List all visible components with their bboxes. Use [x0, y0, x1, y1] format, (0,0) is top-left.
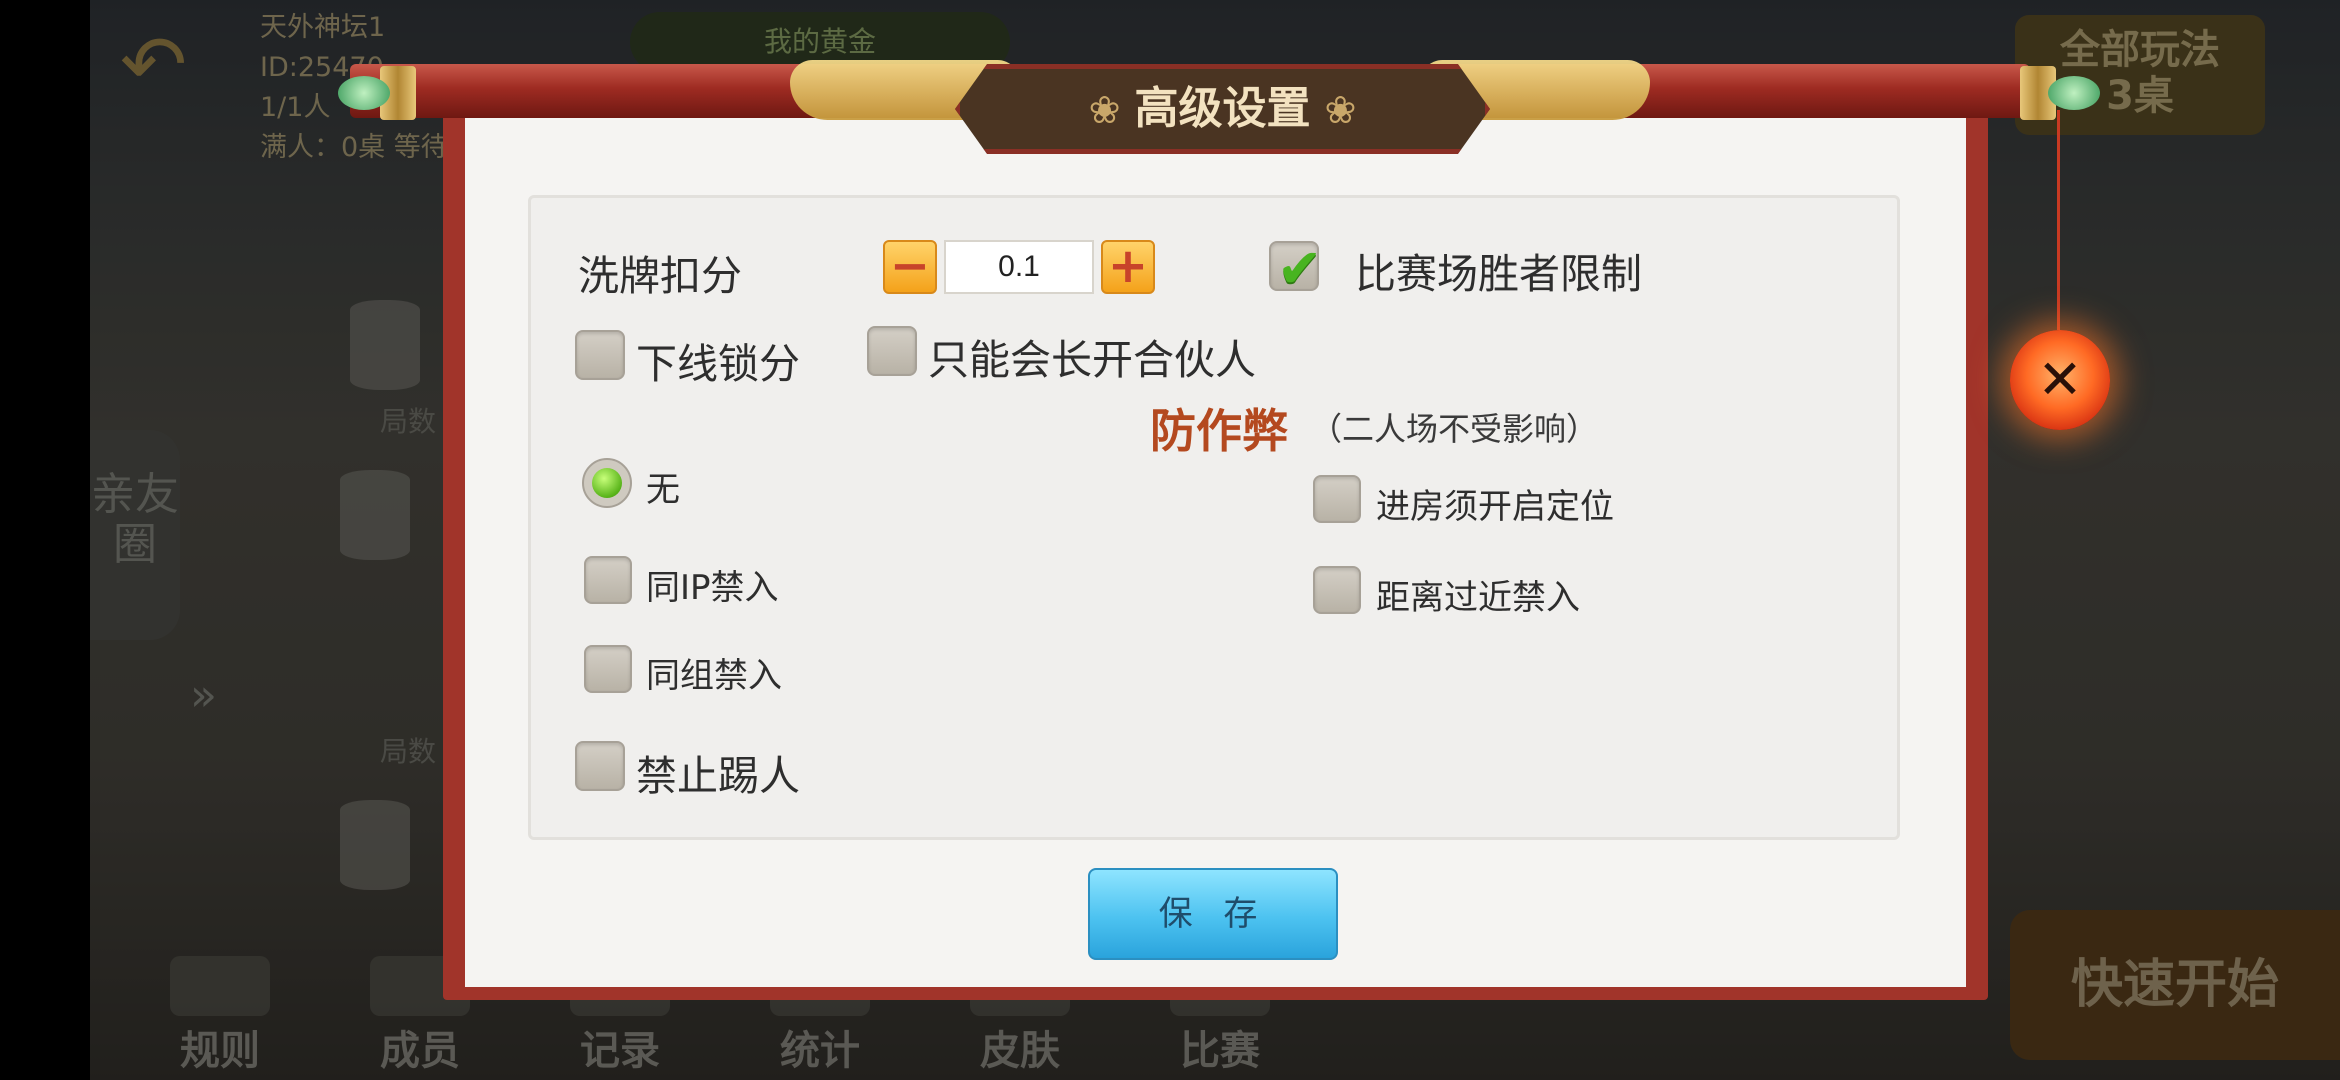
plus-button[interactable]: + — [1101, 240, 1155, 294]
no-kick-checkbox[interactable] — [575, 741, 625, 791]
shuffle-deduct-input[interactable]: 0.1 — [944, 240, 1094, 294]
anti-cheat-none-radio[interactable] — [582, 458, 632, 508]
president-only-partner-checkbox[interactable] — [867, 326, 917, 376]
offline-lock-checkbox[interactable] — [575, 330, 625, 380]
minus-button[interactable]: − — [883, 240, 937, 294]
minus-icon: − — [889, 238, 931, 294]
same-group-checkbox[interactable] — [584, 645, 632, 693]
same-ip-checkbox[interactable] — [584, 556, 632, 604]
match-winner-limit-checkbox[interactable]: ✔ — [1269, 237, 1322, 300]
shuffle-deduct-label: 洗牌扣分 — [578, 252, 742, 300]
same-ip-label: 同IP禁入 — [646, 568, 779, 608]
close-button[interactable]: ✕ — [2010, 330, 2110, 430]
save-button[interactable]: 保 存 — [1088, 868, 1338, 960]
flourish-icon: ❀ — [1324, 88, 1357, 132]
close-icon: ✕ — [2037, 348, 2083, 411]
lantern-string — [2057, 110, 2060, 330]
anti-cheat-note: （二人场不受影响） — [1310, 410, 1599, 448]
radio-selected-dot — [592, 468, 622, 498]
jade-ornament-icon — [2048, 76, 2100, 110]
require-location-checkbox[interactable] — [1313, 475, 1361, 523]
too-close-checkbox[interactable] — [1313, 566, 1361, 614]
jade-ornament-icon — [338, 76, 390, 110]
same-group-label: 同组禁入 — [646, 656, 782, 696]
anti-cheat-title: 防作弊 — [1150, 404, 1288, 458]
flourish-icon: ❀ — [1088, 88, 1121, 132]
dialog-title-text: 高级设置 — [1134, 83, 1311, 134]
president-only-partner-label: 只能会长开合伙人 — [928, 336, 1256, 384]
dialog-title: ❀ 高级设置 ❀ — [955, 74, 1490, 144]
too-close-label: 距离过近禁入 — [1376, 578, 1580, 618]
no-kick-label: 禁止踢人 — [636, 752, 800, 800]
offline-lock-label: 下线锁分 — [636, 340, 800, 388]
plus-icon: + — [1107, 238, 1149, 294]
anti-cheat-none-label: 无 — [646, 470, 680, 510]
require-location-label: 进房须开启定位 — [1376, 487, 1614, 527]
checkmark-icon: ✔ — [1277, 237, 1323, 300]
match-winner-limit-label: 比赛场胜者限制 — [1355, 250, 1642, 298]
